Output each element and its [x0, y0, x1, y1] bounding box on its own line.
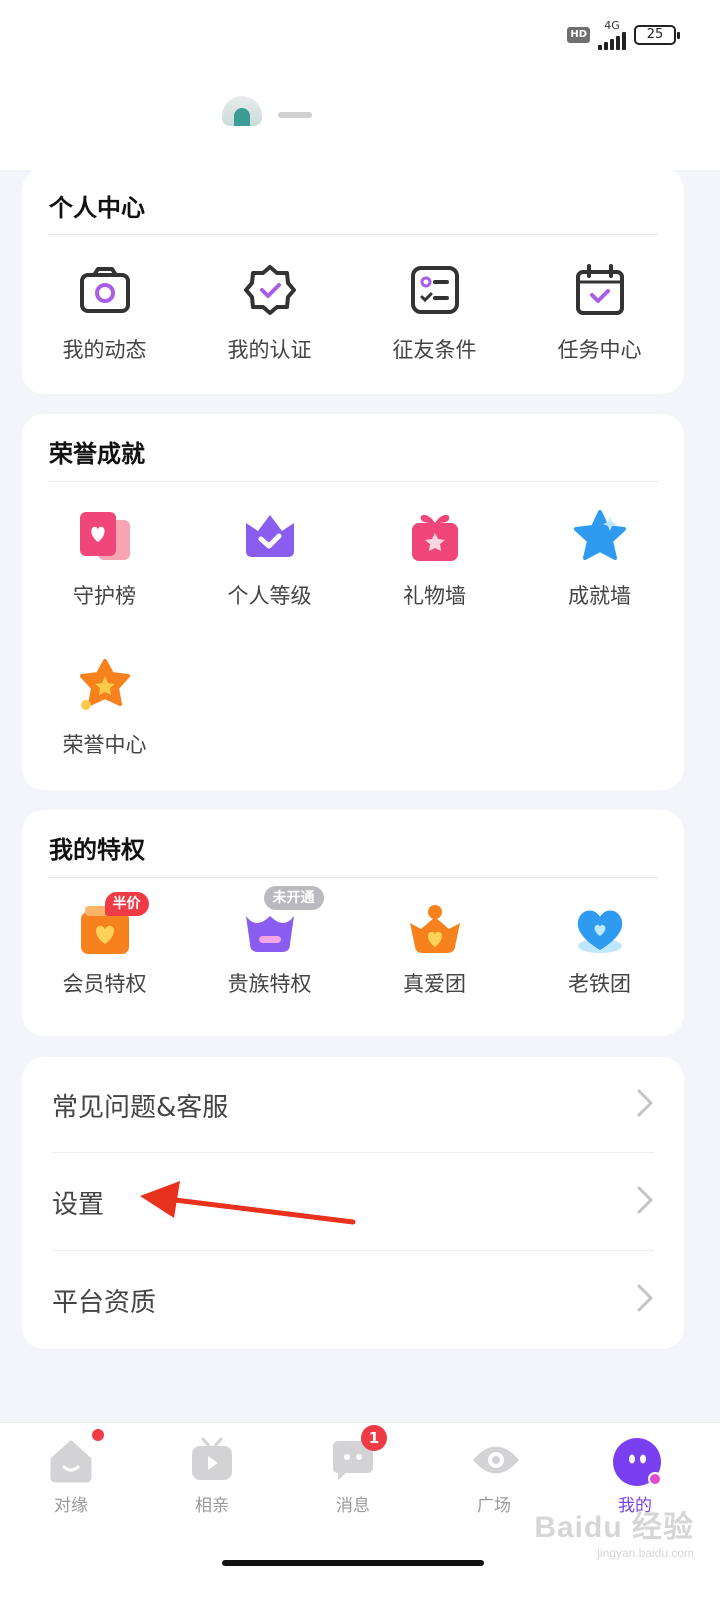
- tab-messages[interactable]: 1 消息: [303, 1425, 403, 1516]
- watermark-logo: Baidu 经验: [534, 1511, 694, 1544]
- true-love-icon: [407, 902, 463, 958]
- grid-item-old-friend-group[interactable]: 老铁团: [517, 902, 682, 998]
- heart-card-icon: [77, 508, 133, 564]
- grid-item-label: 守护榜: [73, 584, 136, 608]
- grid-item-label: 真爱团: [403, 972, 466, 996]
- grid-item-my-posts[interactable]: 我的动态: [22, 262, 187, 364]
- chevron-right-icon: [636, 1283, 654, 1317]
- gift-icon: [407, 508, 463, 564]
- grid-item-achievement-wall[interactable]: 成就墙: [517, 508, 682, 610]
- divider: [48, 877, 658, 878]
- chat-bubble-icon: 1: [330, 1425, 387, 1483]
- grid-item-label: 个人等级: [227, 584, 312, 608]
- camera-icon: [77, 262, 133, 318]
- network-indicator: 4G: [598, 20, 626, 50]
- grid-item-my-verification[interactable]: 我的认证: [187, 262, 352, 364]
- grid-item-match-criteria[interactable]: 征友条件: [352, 262, 517, 364]
- eye-icon: [471, 1437, 519, 1483]
- honor-card: 荣誉成就 守护榜 个人等级 礼物墙 成就墙 荣誉中心: [22, 414, 684, 790]
- personal-center-title: 个人中心: [49, 194, 145, 222]
- verified-badge-icon: [242, 262, 298, 318]
- unread-count-badge: 1: [361, 1425, 387, 1451]
- privileges-card: 我的特权 半价 会员特权 未开通 贵族特权 真爱团 老铁团: [22, 810, 684, 1036]
- checklist-icon: [407, 262, 463, 318]
- grid-item-honor-center[interactable]: 荣誉中心: [22, 657, 187, 759]
- honor-title: 荣誉成就: [49, 440, 145, 468]
- tab-label: 广场: [477, 1496, 511, 1516]
- chevron-right-icon: [636, 1088, 654, 1122]
- profile-face-icon: [612, 1437, 662, 1486]
- watermark: Baidu 经验 jingyan.baidu.com: [534, 1502, 694, 1560]
- privileges-title: 我的特权: [49, 836, 145, 864]
- grid-item-guard-rank[interactable]: 守护榜: [22, 508, 187, 610]
- menu-item-label: 平台资质: [52, 1287, 157, 1318]
- home-indicator[interactable]: [222, 1560, 484, 1566]
- tab-plaza[interactable]: 广场: [444, 1437, 544, 1516]
- grid-item-gift-wall[interactable]: 礼物墙: [352, 508, 517, 610]
- honor-star-icon: [77, 657, 133, 713]
- star-icon: [572, 508, 628, 564]
- grid-item-label: 老铁团: [568, 972, 631, 996]
- tab-label: 相亲: [195, 1496, 229, 1516]
- chevron-right-icon: [636, 1185, 654, 1219]
- grid-item-noble-privilege[interactable]: 未开通 贵族特权: [187, 886, 352, 998]
- grid-item-personal-level[interactable]: 个人等级: [187, 508, 352, 610]
- signal-icon: [598, 32, 626, 50]
- network-type: 4G: [604, 19, 620, 32]
- menu-item-label: 常见问题&客服: [52, 1092, 229, 1123]
- calendar-check-icon: [572, 262, 628, 318]
- grid-item-label: 任务中心: [557, 338, 642, 362]
- grid-item-label: 我的动态: [62, 338, 147, 362]
- menu-item-settings[interactable]: 设置: [52, 1154, 654, 1250]
- notification-dot: [92, 1429, 104, 1441]
- watermark-url: jingyan.baidu.com: [597, 1546, 694, 1560]
- grid-item-vip-privilege[interactable]: 半价 会员特权: [22, 892, 187, 998]
- battery-icon: 25: [634, 25, 680, 45]
- house-face-icon: [48, 1429, 104, 1483]
- menu-item-faq-support[interactable]: 常见问题&客服: [52, 1057, 654, 1153]
- username: [278, 112, 312, 118]
- grid-item-label: 我的认证: [227, 338, 312, 362]
- divider: [52, 1152, 654, 1153]
- avatar[interactable]: [222, 96, 262, 126]
- tv-play-icon: [189, 1437, 235, 1483]
- personal-center-card: 个人中心 我的动态 我的认证 征友条件 任务中心: [22, 168, 684, 394]
- menu-item-platform-qualification[interactable]: 平台资质: [52, 1252, 654, 1348]
- crown-icon: [242, 508, 298, 564]
- half-price-badge: 半价: [104, 892, 149, 916]
- grid-item-label: 成就墙: [568, 584, 631, 608]
- divider: [48, 481, 658, 482]
- header: HD 4G 25: [0, 0, 720, 170]
- grid-item-label: 贵族特权: [227, 972, 312, 996]
- grid-item-label: 征友条件: [392, 338, 477, 362]
- tab-label: 对缘: [54, 1496, 88, 1516]
- noble-crown-icon: 未开通: [242, 886, 324, 958]
- tab-label: 消息: [336, 1496, 370, 1516]
- grid-item-task-center[interactable]: 任务中心: [517, 262, 682, 364]
- grid-item-label: 会员特权: [62, 972, 147, 996]
- grid-item-label: 礼物墙: [403, 584, 466, 608]
- divider: [48, 234, 658, 235]
- tab-blind-date[interactable]: 相亲: [162, 1437, 262, 1516]
- battery-level: 25: [646, 27, 664, 42]
- status-indicators: HD 4G 25: [567, 20, 680, 50]
- not-activated-badge: 未开通: [263, 886, 324, 910]
- tab-match[interactable]: 对缘: [21, 1429, 121, 1516]
- grid-item-label: 荣誉中心: [62, 733, 147, 757]
- menu-card: 常见问题&客服 设置 平台资质: [22, 1057, 684, 1349]
- menu-item-label: 设置: [52, 1189, 105, 1220]
- hd-badge: HD: [567, 27, 590, 43]
- vip-heart-icon: 半价: [77, 892, 149, 958]
- grid-item-true-love-group[interactable]: 真爱团: [352, 902, 517, 998]
- old-friend-heart-icon: [572, 902, 628, 958]
- divider: [52, 1250, 654, 1251]
